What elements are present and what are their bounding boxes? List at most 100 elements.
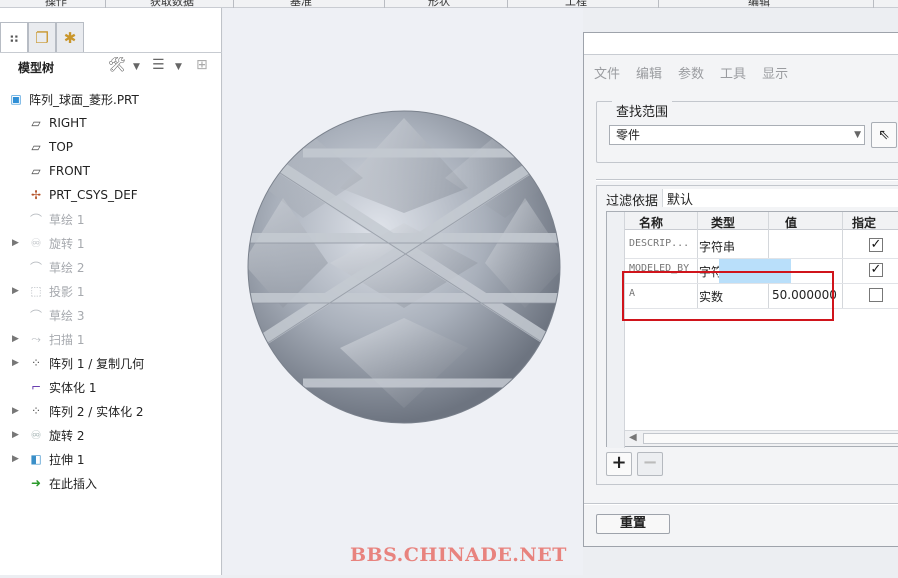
- menu-display[interactable]: 显示: [762, 63, 788, 82]
- scroll-thumb[interactable]: [643, 433, 898, 444]
- revolve-icon: ♾: [30, 428, 42, 442]
- tree-node-label: FRONT: [49, 164, 90, 178]
- lookup-title: 查找范围: [612, 101, 673, 120]
- ribbon-separator: [507, 0, 508, 8]
- column-name[interactable]: 名称: [639, 214, 663, 231]
- highlight-annotation-box: [622, 271, 834, 321]
- part-icon: ▣: [10, 92, 22, 106]
- expand-arrow-icon[interactable]: ▶: [12, 286, 19, 296]
- ribbon-tab[interactable]: 编辑: [748, 0, 770, 9]
- tree-node[interactable]: ⌒ 草绘 1: [0, 208, 222, 230]
- insert-here-icon: ➜: [30, 476, 42, 490]
- chevron-down-icon[interactable]: ▼: [175, 62, 182, 72]
- revolve-icon: ♾: [30, 236, 42, 250]
- graphics-canvas[interactable]: [223, 8, 583, 575]
- solidify-icon: ⌐: [30, 380, 42, 394]
- tree-node[interactable]: ✢ PRT_CSYS_DEF: [0, 184, 222, 206]
- chevron-down-icon[interactable]: ▼: [133, 62, 140, 72]
- column-divider: [842, 212, 843, 308]
- pattern-icon: ⁘: [30, 404, 42, 418]
- tree-node-label: 阵列 2 / 实体化 2: [49, 404, 144, 419]
- extrude-icon: ◧: [30, 452, 42, 466]
- datum-plane-icon: ▱: [31, 140, 41, 154]
- menu-parameters[interactable]: 参数: [678, 63, 704, 82]
- add-parameter-button[interactable]: +: [606, 452, 632, 476]
- param-type[interactable]: 字符串: [699, 238, 735, 255]
- horizontal-scrollbar[interactable]: ◀: [625, 430, 898, 446]
- ribbon-separator: [105, 0, 106, 8]
- expand-arrow-icon[interactable]: ▶: [12, 406, 19, 416]
- chevron-down-icon: ▼: [854, 130, 861, 140]
- remove-parameter-button[interactable]: −: [637, 452, 663, 476]
- menu-file[interactable]: 文件: [594, 63, 620, 82]
- tree-node[interactable]: ▶ ⁘ 阵列 2 / 实体化 2: [0, 400, 222, 422]
- tree-node-label: 拉伸 1: [49, 452, 85, 467]
- tree-title: 模型树: [18, 61, 55, 75]
- expand-arrow-icon[interactable]: ▶: [12, 454, 19, 464]
- cursor-icon: ⇖: [878, 127, 890, 143]
- designate-checkbox[interactable]: [869, 288, 883, 302]
- ribbon-separator: [873, 0, 874, 8]
- tree-node-label: 在此插入: [49, 476, 98, 491]
- tree-node-label: 草绘 2: [49, 260, 85, 275]
- tree-node[interactable]: ▶ ♾ 旋转 1: [0, 232, 222, 254]
- datum-plane-icon: ▱: [31, 116, 41, 130]
- dialog-menu-bar: 文件 编辑 参数 工具 显示: [594, 63, 788, 82]
- tree-node[interactable]: ▱ TOP: [0, 136, 222, 158]
- select-pointer-button[interactable]: ⇖: [871, 122, 897, 148]
- tab-model-tree[interactable]: ⠶: [0, 22, 28, 53]
- expand-arrow-icon[interactable]: ▶: [12, 334, 19, 344]
- column-value[interactable]: 值: [785, 214, 797, 231]
- datum-plane-icon: ▱: [31, 164, 41, 178]
- tree-header: 模型树 🛠 ▼ ☰ ▼ ⊞: [0, 52, 222, 80]
- tree-node-label: 旋转 1: [49, 236, 85, 251]
- tree-node[interactable]: ▶ ♾ 旋转 2: [0, 424, 222, 446]
- tree-node[interactable]: ⌒ 草绘 3: [0, 304, 222, 326]
- ribbon-separator: [384, 0, 385, 8]
- sketch-icon: ⌒: [29, 308, 42, 323]
- tree-node[interactable]: ▶ ⁘ 阵列 1 / 复制几何: [0, 352, 222, 374]
- tree-node[interactable]: ⌐ 实体化 1: [0, 376, 222, 398]
- param-name[interactable]: DESCRIP...: [629, 238, 689, 249]
- tree-node[interactable]: ▶ ◧ 拉伸 1: [0, 448, 222, 470]
- tree-node[interactable]: ▶ ⬚ 投影 1: [0, 280, 222, 302]
- designate-checkbox[interactable]: ✓: [869, 263, 883, 277]
- tree-node-label: 投影 1: [49, 284, 85, 299]
- column-designate[interactable]: 指定: [852, 214, 876, 231]
- ribbon-separator: [658, 0, 659, 8]
- tree-node[interactable]: ➜ 在此插入: [0, 472, 222, 494]
- menu-edit[interactable]: 编辑: [636, 63, 662, 82]
- tree-filter-icon[interactable]: ⊞: [196, 57, 208, 73]
- menu-tools[interactable]: 工具: [720, 63, 746, 82]
- tab-layers[interactable]: ❐: [28, 22, 56, 52]
- tree-node[interactable]: ⌒ 草绘 2: [0, 256, 222, 278]
- tree-settings-icon[interactable]: 🛠: [108, 57, 126, 73]
- parameters-table: 名称 类型 值 指定 DESCRIP... 字符串 ✓ MODELED_BY 字符串 ✓ A…: [606, 211, 898, 448]
- filter-value[interactable]: 默认: [662, 189, 898, 208]
- sweep-icon: ⤳: [31, 331, 41, 346]
- tree-node[interactable]: ▣ 阵列_球面_菱形.PRT: [0, 88, 222, 110]
- lookup-select[interactable]: 零件 ▼: [609, 125, 865, 145]
- reset-button[interactable]: 重置: [596, 514, 670, 534]
- dialog-title-bar[interactable]: [584, 33, 898, 55]
- tree-node[interactable]: ▱ RIGHT: [0, 112, 222, 134]
- designate-checkbox[interactable]: ✓: [869, 238, 883, 252]
- expand-arrow-icon[interactable]: ▶: [12, 238, 19, 248]
- tree-node[interactable]: ▶ ⤳ 扫描 1: [0, 328, 222, 350]
- tree-node-label: PRT_CSYS_DEF: [49, 188, 138, 202]
- scroll-left-icon[interactable]: ◀: [629, 432, 637, 443]
- csys-icon: ✢: [30, 188, 42, 202]
- expand-arrow-icon[interactable]: ▶: [12, 358, 19, 368]
- tree-node[interactable]: ▱ FRONT: [0, 160, 222, 182]
- filter-label: 过滤依据: [606, 194, 659, 209]
- column-type[interactable]: 类型: [711, 214, 735, 231]
- pattern-icon: ⁘: [30, 356, 42, 370]
- tree-node-label: TOP: [49, 140, 74, 154]
- expand-arrow-icon[interactable]: ▶: [12, 430, 19, 440]
- tree-columns-icon[interactable]: ☰: [152, 57, 165, 73]
- tree-node-label: 阵列_球面_菱形.PRT: [29, 92, 139, 107]
- tab-favorites[interactable]: ✱: [56, 22, 84, 52]
- tree-node-label: RIGHT: [49, 116, 87, 130]
- tree-node-label: 旋转 2: [49, 428, 85, 443]
- projection-icon: ⬚: [30, 284, 42, 298]
